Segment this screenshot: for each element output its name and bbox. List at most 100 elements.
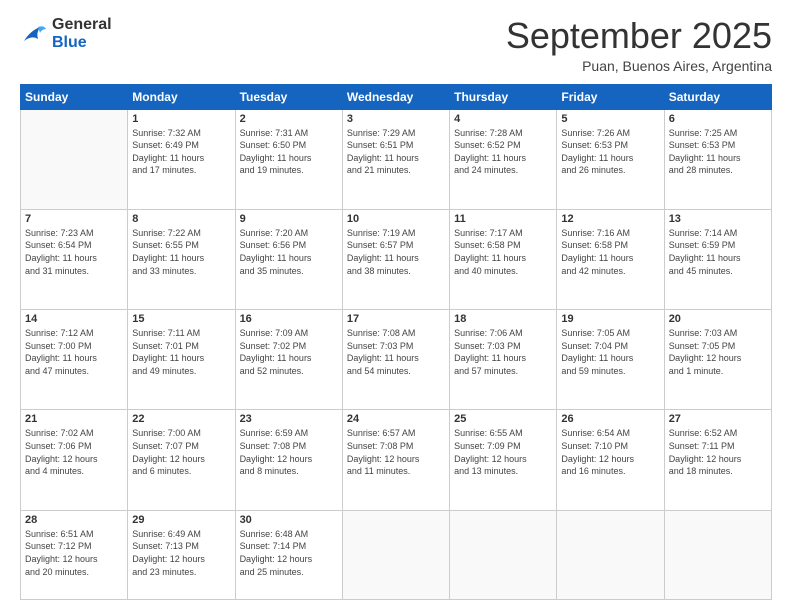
calendar-table: SundayMondayTuesdayWednesdayThursdayFrid…	[20, 84, 772, 600]
calendar-cell: 25 Sunrise: 6:55 AM Sunset: 7:09 PM Dayli…	[450, 410, 557, 510]
calendar-cell: 14 Sunrise: 7:12 AM Sunset: 7:00 PM Dayli…	[21, 310, 128, 410]
calendar-cell: 19Sunrise: 7:05 AM Sunset: 7:04 PM Dayli…	[557, 310, 664, 410]
page: General Blue September 2025 Puan, Buenos…	[0, 0, 792, 612]
day-info: Sunrise: 7:26 AM Sunset: 6:53 PM Dayligh…	[561, 127, 659, 177]
day-number: 29	[132, 514, 230, 526]
calendar-header-row: SundayMondayTuesdayWednesdayThursdayFrid…	[21, 84, 772, 109]
calendar-cell: 30 Sunrise: 6:48 AM Sunset: 7:14 PM Dayli…	[235, 510, 342, 599]
day-number: 18	[454, 313, 552, 325]
calendar-cell: 29 Sunrise: 6:49 AM Sunset: 7:13 PM Dayli…	[128, 510, 235, 599]
calendar-cell: 18 Sunrise: 7:06 AM Sunset: 7:03 PM Dayli…	[450, 310, 557, 410]
day-number: 30	[240, 514, 338, 526]
day-number: 15	[132, 313, 230, 325]
day-info: Sunrise: 6:48 AM Sunset: 7:14 PM Dayligh…	[240, 528, 338, 578]
day-number: 1	[132, 113, 230, 125]
day-number: 3	[347, 113, 445, 125]
day-number: 12	[561, 213, 659, 225]
day-info: Sunrise: 7:32 AM Sunset: 6:49 PM Dayligh…	[132, 127, 230, 177]
calendar-cell: 15 Sunrise: 7:11 AM Sunset: 7:01 PM Dayli…	[128, 310, 235, 410]
day-number: 2	[240, 113, 338, 125]
day-info: Sunrise: 7:22 AM Sunset: 6:55 PM Dayligh…	[132, 227, 230, 277]
calendar-cell: 8 Sunrise: 7:22 AM Sunset: 6:55 PM Daylig…	[128, 209, 235, 309]
day-info: Sunrise: 7:06 AM Sunset: 7:03 PM Dayligh…	[454, 327, 552, 377]
calendar-cell: 12Sunrise: 7:16 AM Sunset: 6:58 PM Dayli…	[557, 209, 664, 309]
calendar-week-row: 14 Sunrise: 7:12 AM Sunset: 7:00 PM Dayli…	[21, 310, 772, 410]
calendar-cell: 9 Sunrise: 7:20 AM Sunset: 6:56 PM Daylig…	[235, 209, 342, 309]
day-info: Sunrise: 7:23 AM Sunset: 6:54 PM Dayligh…	[25, 227, 123, 277]
calendar-cell: 2 Sunrise: 7:31 AM Sunset: 6:50 PM Daylig…	[235, 109, 342, 209]
day-info: Sunrise: 6:49 AM Sunset: 7:13 PM Dayligh…	[132, 528, 230, 578]
day-number: 22	[132, 413, 230, 425]
calendar-cell	[21, 109, 128, 209]
day-number: 5	[561, 113, 659, 125]
day-info: Sunrise: 6:59 AM Sunset: 7:08 PM Dayligh…	[240, 427, 338, 477]
calendar-cell: 28 Sunrise: 6:51 AM Sunset: 7:12 PM Dayli…	[21, 510, 128, 599]
day-info: Sunrise: 6:51 AM Sunset: 7:12 PM Dayligh…	[25, 528, 123, 578]
day-number: 27	[669, 413, 767, 425]
day-info: Sunrise: 7:31 AM Sunset: 6:50 PM Dayligh…	[240, 127, 338, 177]
day-number: 26	[561, 413, 659, 425]
calendar-cell: 22 Sunrise: 7:00 AM Sunset: 7:07 PM Dayli…	[128, 410, 235, 510]
day-info: Sunrise: 6:52 AM Sunset: 7:11 PM Dayligh…	[669, 427, 767, 477]
day-number: 25	[454, 413, 552, 425]
day-info: Sunrise: 7:02 AM Sunset: 7:06 PM Dayligh…	[25, 427, 123, 477]
header: General Blue September 2025 Puan, Buenos…	[20, 16, 772, 74]
day-number: 9	[240, 213, 338, 225]
calendar-cell: 16Sunrise: 7:09 AM Sunset: 7:02 PM Dayli…	[235, 310, 342, 410]
day-number: 6	[669, 113, 767, 125]
logo: General Blue	[20, 16, 112, 51]
day-number: 20	[669, 313, 767, 325]
day-number: 19	[561, 313, 659, 325]
calendar-cell: 5 Sunrise: 7:26 AM Sunset: 6:53 PM Daylig…	[557, 109, 664, 209]
calendar-cell	[664, 510, 771, 599]
calendar-cell: 23 Sunrise: 6:59 AM Sunset: 7:08 PM Dayli…	[235, 410, 342, 510]
day-info: Sunrise: 7:09 AM Sunset: 7:02 PM Dayligh…	[240, 327, 338, 377]
day-number: 11	[454, 213, 552, 225]
day-info: Sunrise: 7:08 AM Sunset: 7:03 PM Dayligh…	[347, 327, 445, 377]
calendar-header-wednesday: Wednesday	[342, 84, 449, 109]
calendar-cell: 21 Sunrise: 7:02 AM Sunset: 7:06 PM Dayli…	[21, 410, 128, 510]
day-info: Sunrise: 7:12 AM Sunset: 7:00 PM Dayligh…	[25, 327, 123, 377]
calendar-cell: 6Sunrise: 7:25 AM Sunset: 6:53 PM Daylig…	[664, 109, 771, 209]
calendar-cell: 4Sunrise: 7:28 AM Sunset: 6:52 PM Daylig…	[450, 109, 557, 209]
calendar-week-row: 21 Sunrise: 7:02 AM Sunset: 7:06 PM Dayli…	[21, 410, 772, 510]
day-number: 14	[25, 313, 123, 325]
day-number: 13	[669, 213, 767, 225]
calendar-header-friday: Friday	[557, 84, 664, 109]
calendar-header-monday: Monday	[128, 84, 235, 109]
calendar-cell: 7 Sunrise: 7:23 AM Sunset: 6:54 PM Daylig…	[21, 209, 128, 309]
calendar-header-saturday: Saturday	[664, 84, 771, 109]
day-number: 21	[25, 413, 123, 425]
day-info: Sunrise: 7:00 AM Sunset: 7:07 PM Dayligh…	[132, 427, 230, 477]
day-info: Sunrise: 7:03 AM Sunset: 7:05 PM Dayligh…	[669, 327, 767, 377]
day-number: 28	[25, 514, 123, 526]
calendar-cell: 24Sunrise: 6:57 AM Sunset: 7:08 PM Dayli…	[342, 410, 449, 510]
calendar-cell: 3 Sunrise: 7:29 AM Sunset: 6:51 PM Daylig…	[342, 109, 449, 209]
calendar-cell	[557, 510, 664, 599]
location: Puan, Buenos Aires, Argentina	[506, 58, 772, 74]
calendar-cell	[342, 510, 449, 599]
calendar-cell: 1 Sunrise: 7:32 AM Sunset: 6:49 PM Daylig…	[128, 109, 235, 209]
day-info: Sunrise: 6:54 AM Sunset: 7:10 PM Dayligh…	[561, 427, 659, 477]
day-info: Sunrise: 6:55 AM Sunset: 7:09 PM Dayligh…	[454, 427, 552, 477]
calendar-cell: 17Sunrise: 7:08 AM Sunset: 7:03 PM Dayli…	[342, 310, 449, 410]
day-info: Sunrise: 7:29 AM Sunset: 6:51 PM Dayligh…	[347, 127, 445, 177]
day-info: Sunrise: 7:20 AM Sunset: 6:56 PM Dayligh…	[240, 227, 338, 277]
day-info: Sunrise: 7:17 AM Sunset: 6:58 PM Dayligh…	[454, 227, 552, 277]
calendar-cell	[450, 510, 557, 599]
day-info: Sunrise: 7:11 AM Sunset: 7:01 PM Dayligh…	[132, 327, 230, 377]
calendar-week-row: 1 Sunrise: 7:32 AM Sunset: 6:49 PM Daylig…	[21, 109, 772, 209]
month-title: September 2025	[506, 16, 772, 56]
day-number: 23	[240, 413, 338, 425]
day-info: Sunrise: 7:14 AM Sunset: 6:59 PM Dayligh…	[669, 227, 767, 277]
calendar-header-thursday: Thursday	[450, 84, 557, 109]
calendar-cell: 26 Sunrise: 6:54 AM Sunset: 7:10 PM Dayli…	[557, 410, 664, 510]
calendar-cell: 27 Sunrise: 6:52 AM Sunset: 7:11 PM Dayli…	[664, 410, 771, 510]
day-info: Sunrise: 6:57 AM Sunset: 7:08 PM Dayligh…	[347, 427, 445, 477]
title-block: September 2025 Puan, Buenos Aires, Argen…	[506, 16, 772, 74]
day-number: 8	[132, 213, 230, 225]
day-number: 7	[25, 213, 123, 225]
calendar-header-sunday: Sunday	[21, 84, 128, 109]
calendar-week-row: 7 Sunrise: 7:23 AM Sunset: 6:54 PM Daylig…	[21, 209, 772, 309]
calendar-week-row: 28 Sunrise: 6:51 AM Sunset: 7:12 PM Dayli…	[21, 510, 772, 599]
